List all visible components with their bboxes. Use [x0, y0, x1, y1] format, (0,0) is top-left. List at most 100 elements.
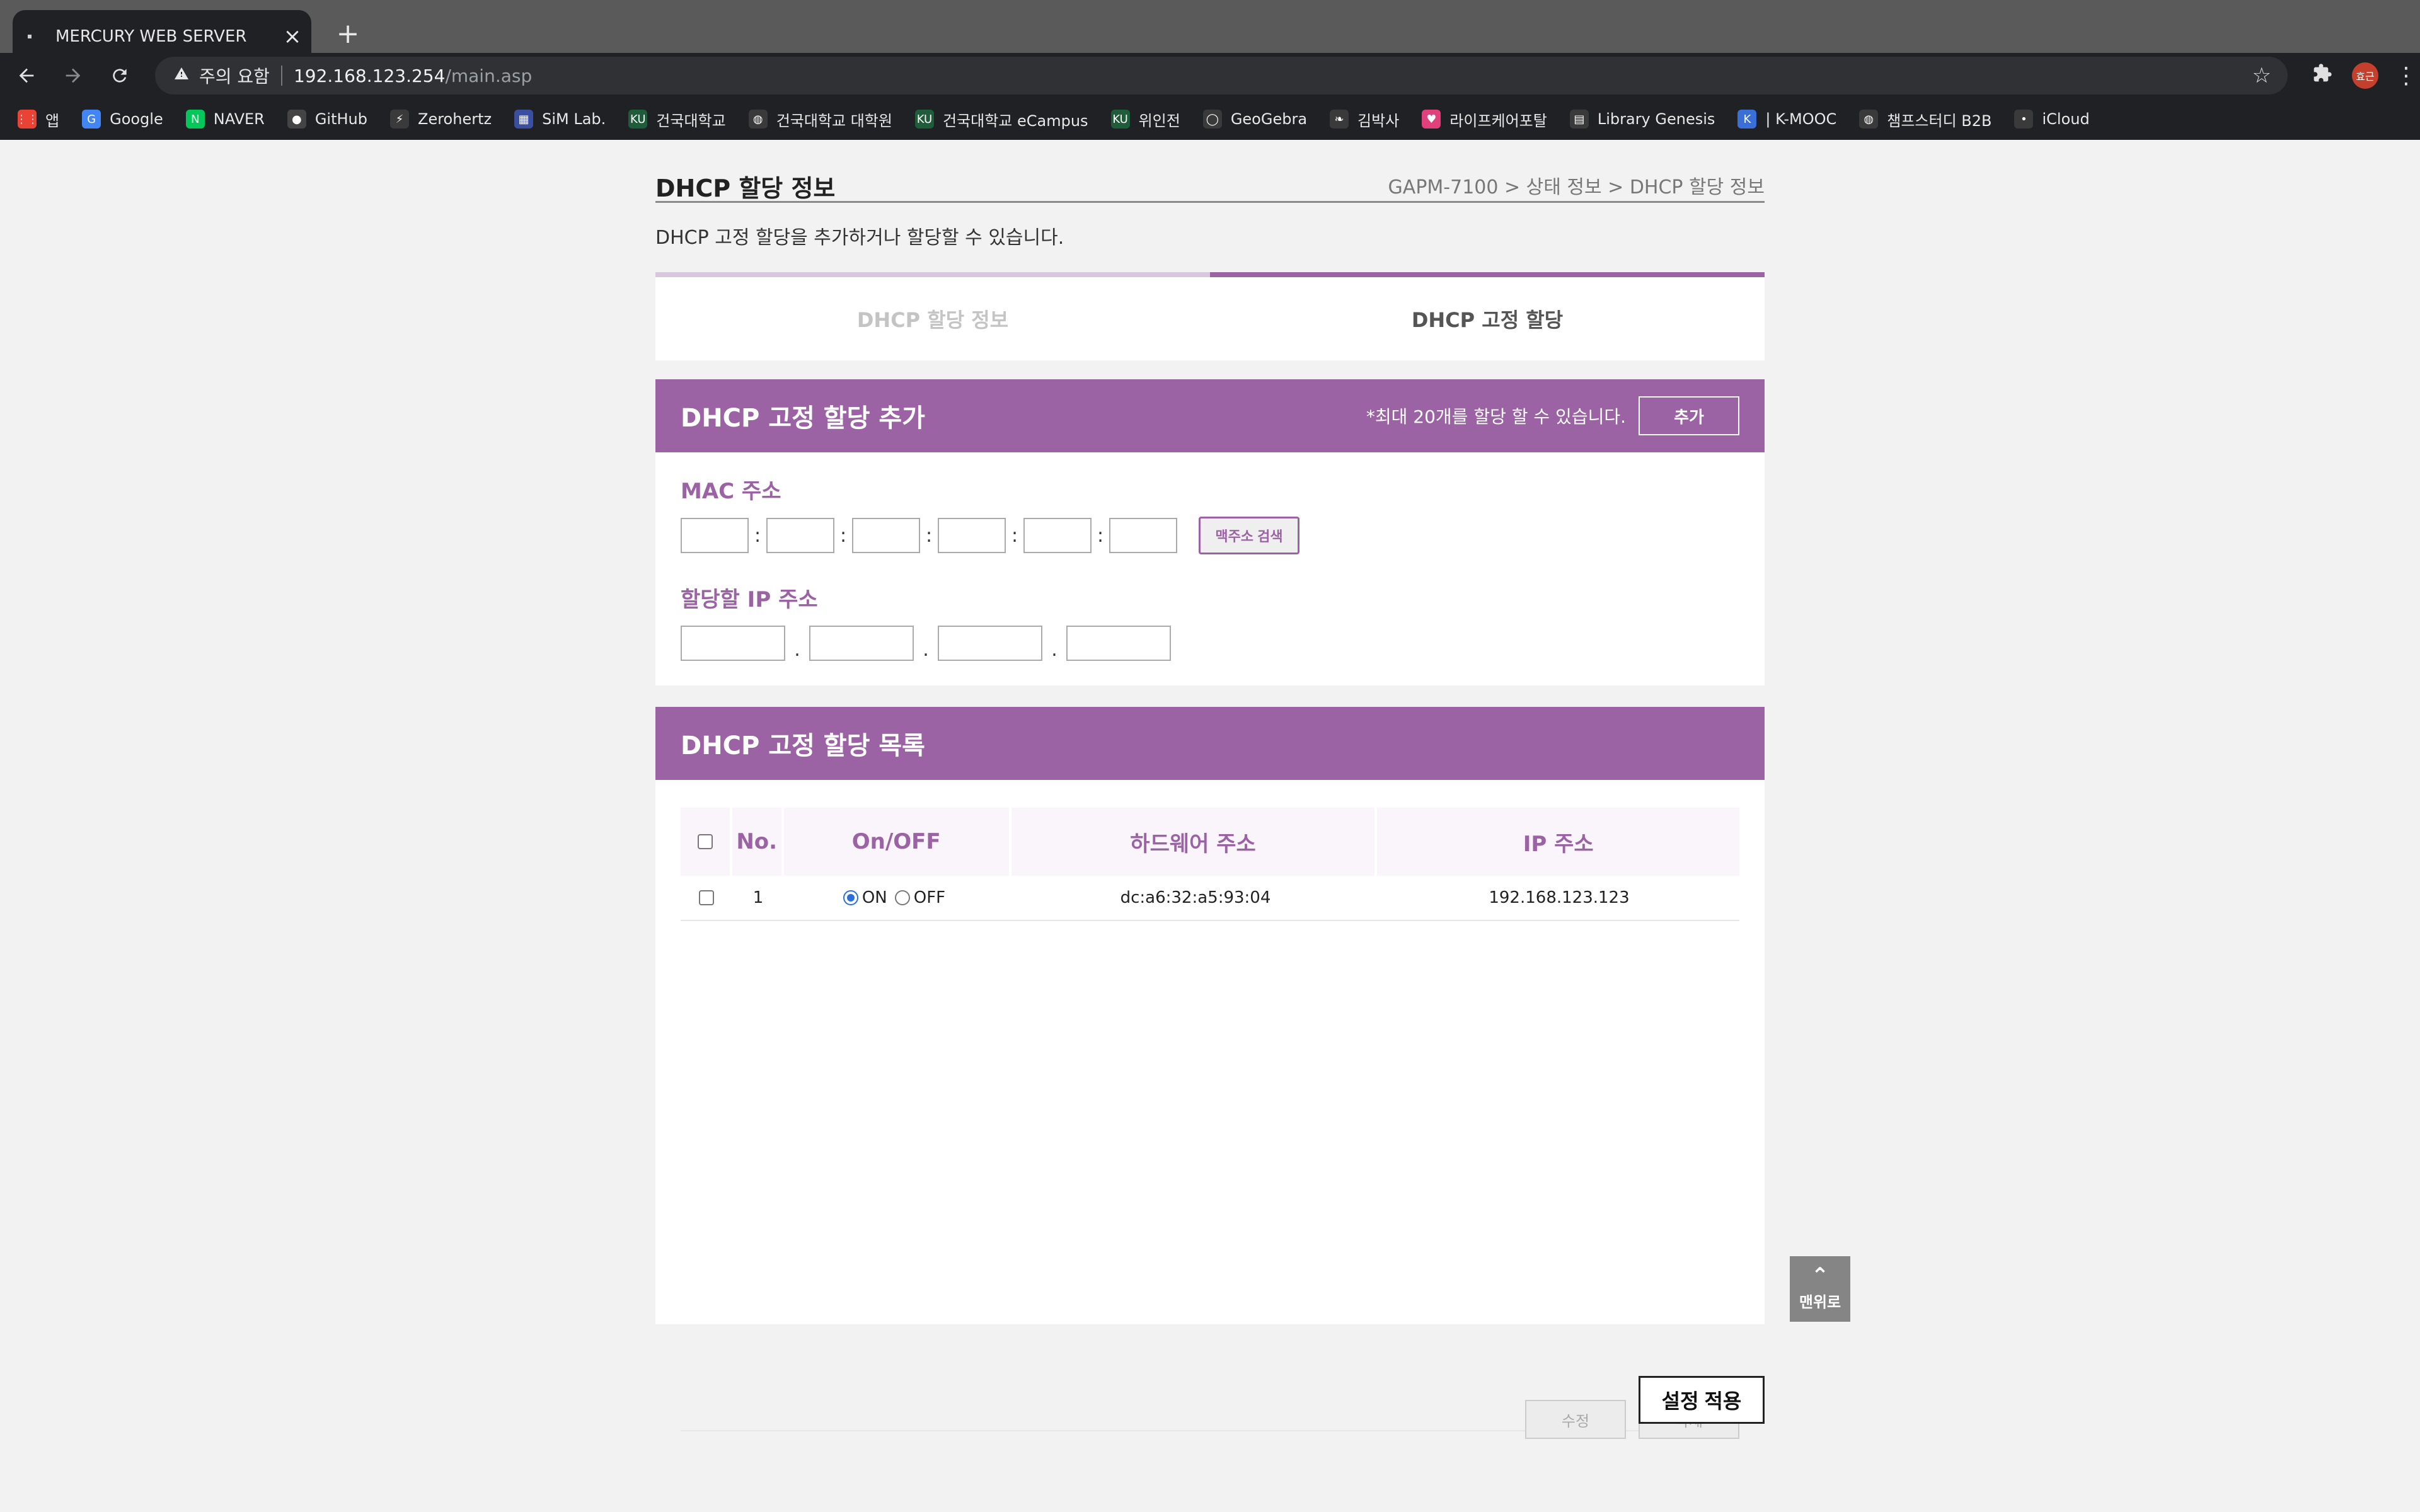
bookmark-label: 건국대학교 eCampus — [942, 112, 1088, 130]
apply-settings-button[interactable]: 설정 적용 — [1639, 1376, 1765, 1424]
mac-separator: : — [839, 524, 847, 547]
breadcrumb: GAPM-7100 > 상태 정보 > DHCP 할당 정보 — [1388, 176, 1765, 198]
mac-search-button[interactable]: 맥주소 검색 — [1199, 517, 1299, 554]
bookmark-label: GeoGebra — [1230, 110, 1308, 128]
url-host: 192.168.123.254 — [293, 65, 446, 86]
mac-input-row: : : : : : 맥주소 검색 — [681, 517, 1299, 554]
apps-grid-icon: ⋮⋮ — [16, 110, 38, 129]
address-bar[interactable]: 주의 요함 192.168.123.254 /main.asp ☆ — [155, 57, 2288, 94]
row-no: 1 — [752, 888, 764, 907]
bookmark-item[interactable]: KU 위인전 — [1110, 108, 1180, 130]
mac-octet-6-input[interactable] — [1109, 518, 1177, 553]
reload-icon[interactable] — [100, 55, 140, 96]
bookmark-item[interactable]: ⋮⋮ 앱 — [16, 108, 59, 130]
browser-toolbar: 주의 요함 192.168.123.254 /main.asp ☆ 효근 ⋮ — [0, 53, 2420, 98]
bookmark-label: SiM Lab. — [542, 110, 606, 128]
static-add-title: DHCP 고정 할당 추가 — [681, 404, 925, 433]
bookmark-label: GitHub — [314, 110, 367, 128]
ip-octet-3-input[interactable] — [938, 625, 1042, 661]
table-header: No. On/OFF 하드웨어 주소 IP 주소 — [681, 808, 1739, 876]
bookmark-label: Google — [110, 110, 163, 128]
mac-octet-2-input[interactable] — [766, 518, 834, 553]
static-list-title: DHCP 고정 할당 목록 — [681, 731, 925, 760]
favicon-icon — [28, 35, 32, 38]
bookmark-item[interactable]: N NAVER — [185, 110, 265, 129]
ip-separator: . — [794, 639, 800, 661]
extensions-puzzle-icon[interactable] — [2307, 63, 2338, 89]
static-list-header: DHCP 고정 할당 목록 — [655, 707, 1765, 780]
bookmark-item[interactable]: ◍ 챔프스터디 B2B — [1859, 108, 1991, 130]
ip-octet-4-input[interactable] — [1066, 625, 1171, 661]
max-count-note: *최대 20개를 할당 할 수 있습니다. — [1366, 406, 1626, 427]
bookmark-item[interactable]: ⚡ Zerohertz — [390, 110, 492, 129]
bookmark-label: 위인전 — [1138, 112, 1180, 130]
profile-avatar[interactable]: 효근 — [2352, 62, 2378, 89]
to-top-label: 맨위로 — [1799, 1293, 1841, 1311]
ip-octet-1-input[interactable] — [681, 625, 785, 661]
bookmark-star-icon[interactable]: ☆ — [2252, 63, 2271, 88]
bookmark-item[interactable]: ❧ 김박사 — [1330, 108, 1399, 130]
address-separator — [280, 66, 282, 86]
mac-octet-4-input[interactable] — [938, 518, 1006, 553]
mac-label: MAC 주소 — [681, 479, 781, 504]
scroll-to-top-button[interactable]: ⌃ 맨위로 — [1790, 1256, 1850, 1322]
col-no: No. — [732, 808, 781, 876]
mac-octet-5-input[interactable] — [1023, 518, 1092, 553]
table-row: 1 ON OFF dc:a6:32:a5:93:04 192.168.123.1… — [681, 876, 1739, 921]
google-icon: G — [82, 110, 101, 129]
new-tab-button[interactable]: + — [328, 14, 368, 54]
bookmark-label: 건국대학교 — [656, 112, 726, 130]
apple-icon: • — [2014, 110, 2034, 129]
bookmark-label: | K-MOOC — [1765, 110, 1837, 128]
github-icon: ● — [287, 110, 306, 129]
simlab-icon: ▦ — [514, 110, 534, 129]
mac-separator: : — [1011, 524, 1018, 547]
bookmark-label: Library Genesis — [1597, 110, 1715, 128]
static-list-panel: DHCP 고정 할당 목록 No. On/OFF 하드웨어 주소 IP 주소 1 — [655, 707, 1765, 1439]
bookmark-item[interactable]: K | K-MOOC — [1737, 110, 1836, 129]
col-onoff: On/OFF — [783, 808, 1009, 876]
bookmark-item[interactable]: KU 건국대학교 — [628, 108, 726, 130]
chevron-up-icon: ⌃ — [1811, 1263, 1829, 1288]
bookmark-item[interactable]: KU 건국대학교 eCampus — [914, 108, 1088, 130]
col-hw-address: 하드웨어 주소 — [1011, 808, 1375, 876]
warning-icon[interactable] — [174, 66, 189, 86]
bookmark-item[interactable]: • iCloud — [2014, 110, 2090, 129]
bolt-icon: ⚡ — [390, 110, 409, 129]
security-label[interactable]: 주의 요함 — [199, 63, 270, 88]
back-arrow-icon[interactable] — [6, 55, 47, 96]
bookmark-item[interactable]: ▦ SiM Lab. — [514, 110, 606, 129]
ip-separator: . — [923, 639, 929, 661]
tab-dhcp-static[interactable]: DHCP 고정 할당 — [1210, 272, 1765, 360]
kebab-menu-icon[interactable]: ⋮ — [2394, 63, 2419, 89]
ip-separator: . — [1051, 639, 1057, 661]
bookmark-label: 건국대학교 대학원 — [776, 112, 892, 130]
col-ip-address: IP 주소 — [1377, 808, 1739, 876]
mac-separator: : — [1097, 524, 1104, 547]
bookmark-item[interactable]: ● GitHub — [287, 110, 367, 129]
tab-dhcp-info[interactable]: DHCP 할당 정보 — [655, 272, 1210, 360]
bookmark-item[interactable]: ◍ 건국대학교 대학원 — [748, 108, 892, 130]
ip-octet-2-input[interactable] — [809, 625, 914, 661]
bookmark-label: 챔프스터디 B2B — [1887, 112, 1992, 130]
bookmark-item[interactable]: ◯ GeoGebra — [1202, 110, 1308, 129]
edit-button[interactable]: 수정 — [1525, 1400, 1626, 1439]
forward-arrow-icon[interactable] — [53, 55, 93, 96]
heart-icon: ♥ — [1422, 110, 1441, 129]
mac-octet-3-input[interactable] — [852, 518, 920, 553]
mac-octet-1-input[interactable] — [681, 518, 749, 553]
tab-title: MERCURY WEB SERVER — [55, 27, 247, 46]
bookmark-item[interactable]: ♥ 라이프케어포탈 — [1422, 108, 1547, 130]
bookmark-item[interactable]: ▤ Library Genesis — [1569, 110, 1715, 129]
add-button[interactable]: 추가 — [1639, 396, 1739, 435]
bookmark-item[interactable]: G Google — [82, 110, 163, 129]
select-all-checkbox[interactable] — [697, 834, 713, 849]
row-mac: dc:a6:32:a5:93:04 — [1120, 888, 1271, 907]
page-header: DHCP 할당 정보 GAPM-7100 > 상태 정보 > DHCP 할당 정… — [655, 152, 1765, 203]
off-radio[interactable] — [894, 890, 910, 905]
bookmark-label: 라이프케어포탈 — [1449, 112, 1547, 130]
row-checkbox[interactable] — [699, 890, 714, 905]
on-radio[interactable] — [843, 890, 858, 905]
close-icon[interactable]: × — [274, 24, 311, 49]
ip-label: 할당할 IP 주소 — [681, 587, 818, 612]
